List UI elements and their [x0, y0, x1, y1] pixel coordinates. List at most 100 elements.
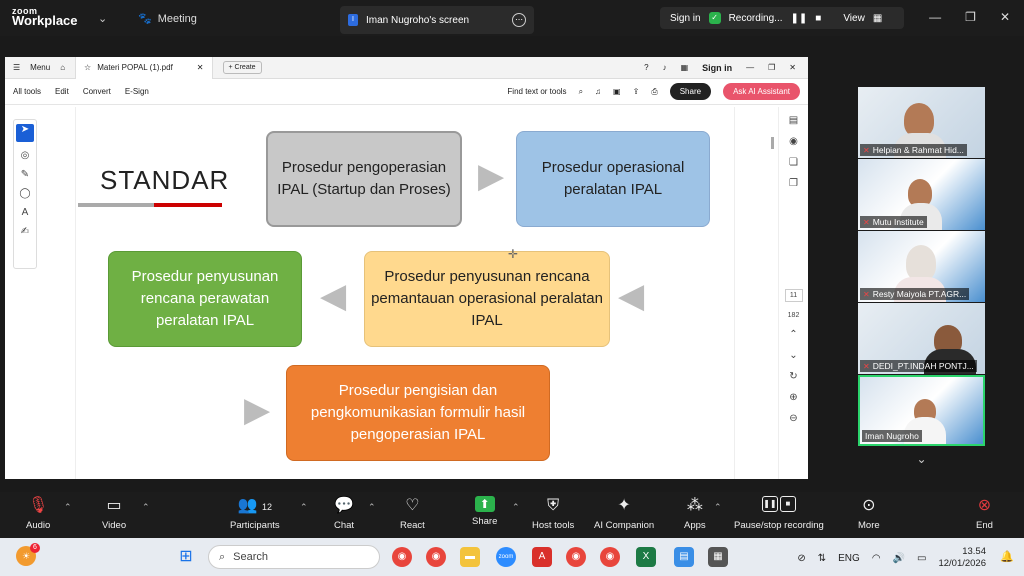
- apps-options-chevron-icon[interactable]: ⌃: [714, 502, 722, 513]
- pen-icon[interactable]: ✎: [21, 169, 29, 180]
- headphones-icon[interactable]: ♫: [595, 87, 601, 96]
- network-icon[interactable]: ⇅: [818, 553, 826, 564]
- notepad-icon[interactable]: ▤: [674, 547, 694, 567]
- host-tools-button[interactable]: ⛨ Host tools: [532, 496, 574, 531]
- search-icon[interactable]: ⌕: [579, 87, 583, 97]
- zoom-signin-button[interactable]: Sign in: [670, 13, 701, 24]
- audio-button[interactable]: 🎙 Audio: [26, 496, 50, 531]
- print-icon[interactable]: ⎙: [651, 87, 657, 97]
- zoom-in-icon[interactable]: ⊕: [789, 392, 797, 403]
- view-button[interactable]: View: [843, 13, 865, 24]
- battery-icon[interactable]: ▭: [917, 553, 926, 564]
- zoom-out-icon[interactable]: ⊖: [789, 413, 797, 424]
- ask-ai-button[interactable]: Ask AI Assistant: [723, 83, 800, 100]
- restore-icon[interactable]: ❐: [965, 10, 976, 24]
- acrobat-icon[interactable]: A: [532, 547, 552, 567]
- menu-edit[interactable]: Edit: [55, 87, 69, 96]
- weather-widget-icon[interactable]: ☀ 6: [16, 543, 40, 566]
- participant-tile[interactable]: ✕ Resty Maiyola PT.AGR...: [858, 231, 985, 302]
- bookmark-icon[interactable]: ❏: [789, 157, 798, 168]
- chat-options-chevron-icon[interactable]: ⌃: [368, 502, 376, 513]
- stop-icon[interactable]: ■: [815, 13, 821, 24]
- tab-close-icon[interactable]: ✕: [197, 63, 204, 72]
- page-down-icon[interactable]: ⌄: [789, 350, 797, 361]
- ai-companion-button[interactable]: ✦ AI Companion: [594, 496, 654, 531]
- chrome-icon-3[interactable]: ◉: [600, 547, 620, 567]
- find-tools-label[interactable]: Find text or tools: [507, 87, 566, 96]
- pause-stop-recording-button[interactable]: ❚❚ ■ Pause/stop recording: [734, 496, 824, 531]
- video-button[interactable]: ▭ Video: [102, 496, 126, 531]
- end-button[interactable]: ⊗ End: [976, 496, 993, 531]
- pdf-menu-button[interactable]: Menu: [30, 63, 50, 72]
- comment-panel-icon[interactable]: ◉: [789, 136, 798, 147]
- pdf-minimize-icon[interactable]: —: [746, 63, 754, 72]
- chrome-icon-2[interactable]: ◉: [566, 547, 586, 567]
- participants-button[interactable]: 👥 12 Participants: [230, 496, 280, 531]
- windows-start-icon[interactable]: ⊞: [176, 547, 196, 567]
- share-button[interactable]: ⬆ Share: [472, 496, 497, 527]
- pdf-scrollbar[interactable]: [771, 137, 774, 149]
- chrome-profile-icon[interactable]: ◉: [426, 547, 446, 567]
- audio-options-chevron-icon[interactable]: ⌃: [64, 502, 72, 513]
- pages-icon[interactable]: ❐: [789, 178, 798, 189]
- participant-tile[interactable]: ✕ DEDI_PT.INDAH PONTJ...: [858, 303, 985, 374]
- language-indicator[interactable]: ENG: [838, 553, 860, 564]
- select-cursor-icon[interactable]: ➤: [16, 124, 34, 142]
- hamburger-icon[interactable]: ☰: [13, 63, 20, 72]
- participant-tile[interactable]: ✕ Mutu Institute: [858, 159, 985, 230]
- pause-icon[interactable]: ❚❚: [791, 13, 808, 24]
- pdf-signin-button[interactable]: Sign in: [702, 63, 732, 73]
- create-button[interactable]: + Create: [222, 61, 262, 74]
- screen-share-tab[interactable]: I Iman Nugroho's screen ⋯: [340, 6, 534, 34]
- video-options-chevron-icon[interactable]: ⌃: [142, 502, 150, 513]
- participants-options-chevron-icon[interactable]: ⌃: [300, 502, 308, 513]
- pdf-document-tab[interactable]: ☆ Materi POPAL (1).pdf ✕: [75, 56, 213, 79]
- current-page-input[interactable]: 11: [784, 289, 803, 302]
- text-select-icon[interactable]: A: [22, 207, 29, 218]
- camera-off-icon[interactable]: ⊘: [797, 553, 805, 564]
- pdf-close-icon[interactable]: ✕: [789, 63, 796, 72]
- lasso-icon[interactable]: ◯: [19, 188, 30, 199]
- volume-icon[interactable]: 🔊: [893, 553, 905, 564]
- more-options-icon[interactable]: ⋯: [512, 13, 526, 27]
- notification-bell-icon[interactable]: 🔔: [1000, 550, 1014, 563]
- menu-all-tools[interactable]: All tools: [13, 87, 41, 96]
- clock[interactable]: 13.54 12/01/2026: [938, 546, 986, 570]
- close-icon[interactable]: ✕: [1000, 10, 1010, 24]
- page-up-icon[interactable]: ⌃: [789, 329, 797, 340]
- pdf-share-button[interactable]: Share: [669, 83, 712, 100]
- upload-icon[interactable]: ⇪: [633, 87, 640, 96]
- zoom-app-icon[interactable]: zoom: [496, 547, 516, 567]
- participant-tile-active-speaker[interactable]: Iman Nugroho: [858, 375, 985, 446]
- stamp-icon[interactable]: ✍: [21, 226, 29, 237]
- excel-icon[interactable]: X: [636, 547, 656, 567]
- rotate-icon[interactable]: ↻: [789, 371, 797, 382]
- participant-tile[interactable]: ✕ Helpian & Rahmat Hid...: [858, 87, 985, 158]
- meeting-tab[interactable]: 🐾 Meeting: [138, 12, 197, 26]
- bell-icon[interactable]: ♪: [663, 63, 667, 72]
- apps-grid-icon[interactable]: ▦: [681, 63, 689, 72]
- grid-icon[interactable]: ▦: [873, 13, 882, 24]
- chrome-icon[interactable]: ◉: [392, 547, 412, 567]
- gallery-scroll-down-icon[interactable]: ⌄: [858, 452, 985, 466]
- react-button[interactable]: ♡ React: [400, 496, 425, 531]
- file-explorer-icon[interactable]: ▬: [460, 547, 480, 567]
- shield-check-icon[interactable]: ✓: [708, 12, 721, 24]
- edit-panel-icon[interactable]: ▤: [789, 115, 798, 126]
- help-icon[interactable]: ?: [644, 63, 648, 72]
- wifi-icon[interactable]: ◠: [872, 553, 881, 564]
- apps-button[interactable]: ⁂ Apps: [684, 496, 706, 531]
- taskbar-search-box[interactable]: ⌕ Search: [208, 545, 380, 569]
- comment-icon[interactable]: ◎: [21, 150, 30, 161]
- home-icon[interactable]: ⌂: [60, 63, 65, 72]
- pdf-restore-icon[interactable]: ❐: [768, 63, 775, 72]
- calculator-icon[interactable]: ▦: [708, 547, 728, 567]
- chat-button[interactable]: 💬 Chat: [334, 496, 354, 531]
- more-button[interactable]: ⊙ More: [858, 496, 880, 531]
- star-icon[interactable]: ☆: [84, 63, 91, 72]
- save-icon[interactable]: ▣: [613, 87, 621, 96]
- share-options-chevron-icon[interactable]: ⌃: [512, 502, 520, 513]
- menu-convert[interactable]: Convert: [83, 87, 111, 96]
- chevron-down-icon[interactable]: ⌄: [98, 12, 107, 25]
- menu-esign[interactable]: E-Sign: [125, 87, 149, 96]
